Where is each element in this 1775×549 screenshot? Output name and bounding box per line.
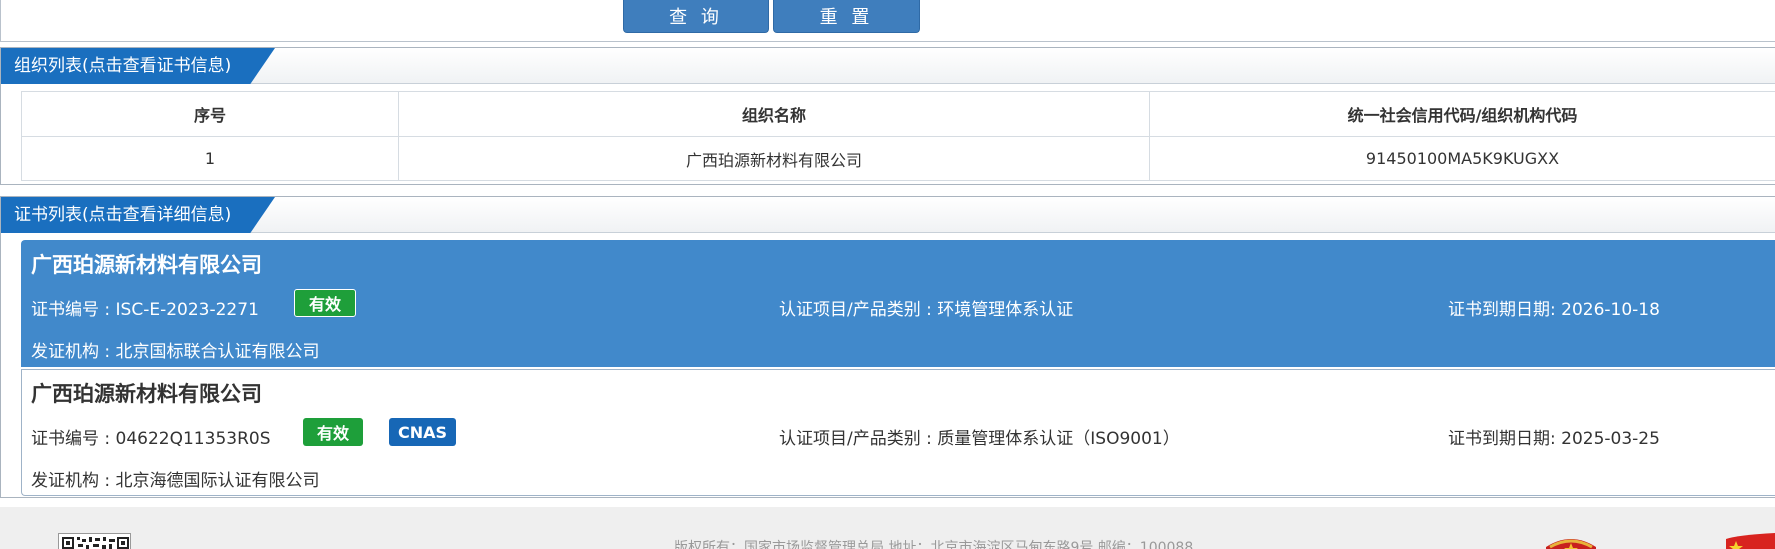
cert-list-panel: 证书列表(点击查看详细信息) 广西珀源新材料有限公司 证书编号 : ISC-E-…: [0, 196, 1775, 498]
column-header-credit-code: 统一社会信用代码/组织机构代码: [1149, 91, 1775, 137]
query-button[interactable]: 查 询: [623, 0, 769, 33]
cert-expire-date: 证书到期日期: 2026-10-18: [1448, 300, 1660, 320]
column-header-org-name: 组织名称: [398, 91, 1150, 137]
cert-item: 认证项目/产品类别 : 环境管理体系认证: [779, 300, 1074, 320]
status-badge-valid: 有效: [294, 289, 356, 317]
footer-copyright: 版权所有：国家市场监督管理总局 地址：北京市海淀区马甸东路9号 邮编：10008…: [674, 540, 1194, 549]
cert-number: 证书编号 : ISC-E-2023-2271: [31, 300, 259, 320]
cert-expire-date: 证书到期日期: 2025-03-25: [1448, 429, 1660, 449]
cert-item: 认证项目/产品类别 : 质量管理体系认证（ISO9001）: [779, 429, 1180, 449]
org-table-header-row: 序号 组织名称 统一社会信用代码/组织机构代码: [21, 91, 1775, 137]
table-row[interactable]: 1 广西珀源新材料有限公司 91450100MA5K9KUGXX: [21, 136, 1775, 181]
cert-number: 证书编号 : 04622Q11353R0S: [31, 429, 271, 449]
cert-company-name: 广西珀源新材料有限公司: [31, 253, 262, 277]
cert-card-selected[interactable]: 广西珀源新材料有限公司 证书编号 : ISC-E-2023-2271 有效 认证…: [21, 240, 1775, 367]
search-area: 查 询 重 置: [0, 0, 1775, 42]
cert-card[interactable]: 广西珀源新材料有限公司 证书编号 : 04622Q11353R0S 有效 CNA…: [21, 369, 1775, 496]
org-table: 序号 组织名称 统一社会信用代码/组织机构代码 1 广西珀源新材料有限公司 91…: [21, 91, 1775, 181]
row-org-name[interactable]: 广西珀源新材料有限公司: [398, 136, 1150, 181]
cert-company-name: 广西珀源新材料有限公司: [31, 382, 262, 406]
row-no: 1: [21, 136, 399, 181]
org-panel-header: 组织列表(点击查看证书信息): [1, 48, 1775, 84]
qr-code-icon: [58, 533, 131, 549]
org-list-panel: 组织列表(点击查看证书信息) 序号 组织名称 统一社会信用代码/组织机构代码 1…: [0, 47, 1775, 185]
column-header-no: 序号: [21, 91, 399, 137]
reset-button[interactable]: 重 置: [773, 0, 920, 33]
national-emblem-icon: [1540, 533, 1602, 549]
org-panel-title: 组织列表(点击查看证书信息): [1, 48, 275, 84]
status-badge-valid: 有效: [303, 418, 363, 446]
flag-icon: [1726, 533, 1775, 549]
cert-panel-title: 证书列表(点击查看详细信息): [1, 197, 275, 233]
cert-panel-header: 证书列表(点击查看详细信息): [1, 197, 1775, 233]
row-credit-code: 91450100MA5K9KUGXX: [1149, 136, 1775, 181]
cert-issuer: 发证机构 : 北京国标联合认证有限公司: [31, 342, 320, 362]
footer: 版权所有：国家市场监督管理总局 地址：北京市海淀区马甸东路9号 邮编：10008…: [0, 507, 1775, 549]
cert-issuer: 发证机构 : 北京海德国际认证有限公司: [31, 471, 320, 491]
cnas-badge: CNAS: [389, 418, 456, 446]
